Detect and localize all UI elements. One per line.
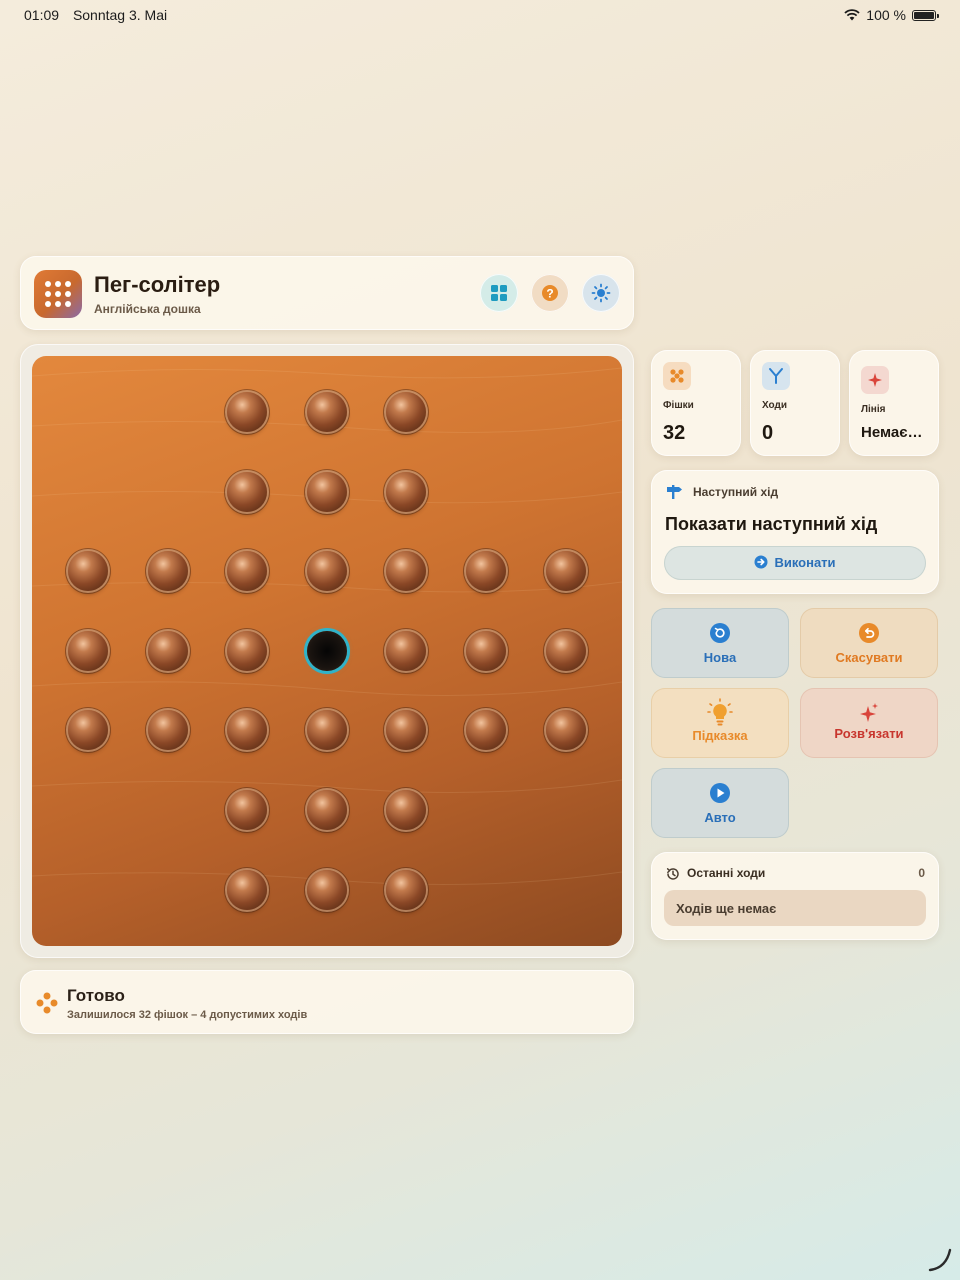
- stat-moves-icon-bg: [762, 362, 790, 390]
- peg[interactable]: [306, 710, 347, 751]
- sparkle-icon: [868, 373, 882, 387]
- status-title: Готово: [67, 986, 125, 1005]
- peg[interactable]: [386, 869, 427, 910]
- peg[interactable]: [545, 551, 586, 592]
- peg[interactable]: [68, 630, 108, 671]
- peg[interactable]: [306, 471, 347, 512]
- peg[interactable]: [386, 471, 427, 512]
- execute-button-label: Виконати: [774, 555, 836, 570]
- auto-label: Авто: [704, 810, 736, 825]
- recent-moves-card: Останні ходи 0 Ходів ще немає: [651, 852, 939, 940]
- solve-button[interactable]: Розв'язати: [800, 688, 938, 758]
- status-date: Sonntag 3. Mai: [72, 7, 168, 23]
- app-icon: [34, 270, 82, 318]
- execute-button[interactable]: Виконати: [664, 546, 926, 580]
- stat-pegs-icon-bg: [663, 362, 691, 390]
- recent-moves-empty-text: Ходів ще немає: [676, 901, 777, 916]
- peg[interactable]: [227, 869, 268, 910]
- play-icon: [710, 783, 730, 803]
- battery-icon: [912, 9, 939, 21]
- undo-button[interactable]: Скасувати: [800, 608, 938, 678]
- hint-button[interactable]: Підказка: [651, 688, 789, 758]
- signpost-icon: [667, 485, 682, 499]
- peg[interactable]: [545, 710, 586, 751]
- stat-line-icon-bg: [861, 366, 889, 394]
- peg[interactable]: [386, 630, 427, 671]
- pegs-cluster-icon: [36, 992, 58, 1014]
- battery-fill: [914, 11, 934, 19]
- resize-handle-icon[interactable]: [926, 1246, 954, 1274]
- undo-icon: [859, 623, 879, 643]
- solve-label: Розв'язати: [834, 726, 904, 741]
- peg[interactable]: [147, 630, 188, 671]
- stat-pegs: Фішки 32: [651, 350, 741, 456]
- stat-pegs-label: Фішки: [663, 400, 694, 411]
- stat-moves-value: 0: [762, 422, 774, 444]
- help-button[interactable]: ?: [531, 274, 569, 312]
- auto-button[interactable]: Авто: [651, 768, 789, 838]
- dots-grid-icon: [45, 281, 71, 307]
- grid-icon: [491, 285, 507, 301]
- status-time: 01:09: [24, 7, 60, 23]
- stat-line: Лінія Немає…: [849, 350, 939, 456]
- peg[interactable]: [147, 710, 188, 751]
- next-move-card: Наступний хід Показати наступний хід Вик…: [651, 470, 939, 594]
- peg[interactable]: [466, 630, 506, 671]
- help-icon: ?: [542, 285, 558, 301]
- pegs-icon: [670, 369, 684, 383]
- status-bar: 01:09 Sonntag 3. Mai 100 %: [0, 0, 960, 30]
- app-subtitle: Англійська дошка: [94, 302, 201, 316]
- app-title: Пег-солітер: [94, 272, 221, 297]
- status-right: 100 %: [844, 7, 939, 23]
- moves-icon: [769, 368, 783, 384]
- lightbulb-icon: [707, 698, 733, 726]
- empty-hole[interactable]: [306, 630, 347, 671]
- peg[interactable]: [306, 392, 347, 432]
- next-move-label: Наступний хід: [693, 485, 779, 499]
- status-left: 01:09 Sonntag 3. Mai: [24, 7, 177, 23]
- next-move-title: Показати наступний хід: [665, 514, 878, 534]
- peg[interactable]: [306, 790, 347, 830]
- peg[interactable]: [306, 869, 347, 910]
- theme-button[interactable]: [582, 274, 620, 312]
- stat-line-label: Лінія: [861, 404, 886, 415]
- undo-label: Скасувати: [835, 650, 903, 665]
- recent-moves-count: 0: [918, 866, 925, 880]
- peg[interactable]: [147, 551, 188, 592]
- game-board: [32, 356, 622, 946]
- hint-label: Підказка: [692, 728, 748, 743]
- stat-moves: Ходи 0: [750, 350, 840, 456]
- peg[interactable]: [466, 551, 506, 592]
- peg[interactable]: [545, 630, 586, 671]
- arrow-right-circle-icon: [754, 555, 768, 569]
- status-card: Готово Залишилося 32 фішок – 4 допустими…: [20, 970, 634, 1034]
- peg[interactable]: [227, 392, 268, 432]
- peg[interactable]: [227, 471, 268, 512]
- wifi-icon: [844, 9, 860, 21]
- battery-percent: 100 %: [866, 7, 906, 23]
- recent-moves-empty: Ходів ще немає: [664, 890, 926, 926]
- svg-text:?: ?: [546, 287, 553, 301]
- stat-pegs-value: 32: [663, 422, 686, 444]
- board-frame: [20, 344, 634, 958]
- restart-icon: [710, 623, 730, 643]
- peg[interactable]: [227, 790, 268, 830]
- execute-button-content: Виконати: [664, 555, 926, 570]
- history-icon: [666, 868, 679, 880]
- stat-line-value: Немає…: [861, 424, 923, 441]
- header-card: Пег-солітер Англійська дошка ?: [20, 256, 634, 330]
- stat-moves-label: Ходи: [762, 400, 788, 411]
- new-game-label: Нова: [703, 650, 737, 665]
- recent-moves-title: Останні ходи: [687, 866, 766, 880]
- sun-icon: [591, 283, 611, 303]
- peg[interactable]: [68, 551, 108, 592]
- sparkles-icon: [860, 703, 878, 722]
- board-layout-button[interactable]: [480, 274, 518, 312]
- peg[interactable]: [306, 551, 347, 592]
- peg[interactable]: [227, 630, 268, 671]
- new-game-button[interactable]: Нова: [651, 608, 789, 678]
- status-subtitle: Залишилося 32 фішок – 4 допустимих ходів: [67, 1009, 308, 1021]
